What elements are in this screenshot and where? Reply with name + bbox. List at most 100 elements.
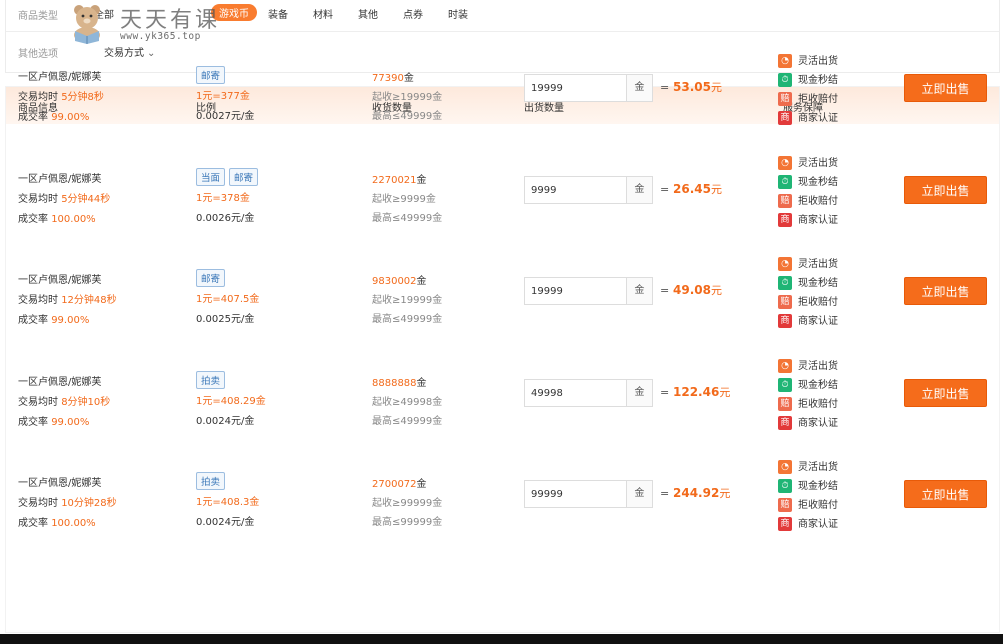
service-item: 赔拒收赔付 — [778, 496, 838, 512]
sell-now-button[interactable]: 立即出售 — [904, 480, 987, 508]
service-label: 商家认证 — [798, 215, 838, 226]
service-label: 现金秒结 — [798, 481, 838, 492]
sell-now-button[interactable]: 立即出售 — [904, 379, 987, 407]
category-game-currency[interactable]: 游戏币 — [211, 4, 257, 21]
service-item: 商商家认证 — [778, 109, 838, 125]
clock-icon: ◔ — [778, 54, 792, 68]
min-receive: 起收≥49998金 — [372, 397, 443, 408]
avg-time-label: 交易均时 — [18, 498, 62, 509]
listing-table: 商品信息 比例 收货数量 出货数量 服务保障 一区卢佩恩/妮娜芙 交易均时 5分… — [5, 54, 1000, 633]
receive-quantity-value: 2700072 — [372, 479, 417, 490]
service-label: 灵活出货 — [798, 158, 838, 169]
min-receive: 起收≥19999金 — [372, 295, 443, 306]
server-name: 一区卢佩恩/妮娜芙 — [18, 275, 102, 286]
service-label: 商家认证 — [798, 316, 838, 327]
max-receive: 最高≤49999金 — [372, 111, 443, 122]
exchange-ratio: 1元=408.3金 — [196, 497, 260, 508]
avg-trade-time: 交易均时 12分钟48秒 — [18, 291, 117, 306]
service-item: 商商家认证 — [778, 211, 838, 227]
sell-now-button[interactable]: 立即出售 — [904, 277, 987, 305]
receive-quantity: 2700072金 — [372, 475, 427, 490]
service-label: 灵活出货 — [798, 361, 838, 372]
trade-tag: 拍卖 — [196, 371, 226, 389]
service-label: 拒收赔付 — [798, 196, 838, 207]
success-rate-label: 成交率 — [18, 112, 52, 123]
service-item: 商商家认证 — [778, 515, 838, 531]
receive-quantity-value: 8888888 — [372, 378, 417, 389]
server-name: 一区卢佩恩/妮娜芙 — [18, 174, 102, 185]
sell-price-value: 26.45 — [673, 182, 711, 196]
success-rate-label: 成交率 — [18, 214, 52, 225]
unit-price: 0.0024元/金 — [196, 416, 255, 427]
sell-price: 244.92元 — [673, 485, 730, 501]
table-row: 一区卢佩恩/妮娜芙 交易均时 8分钟10秒 成交率 99.00% 拍卖 1元=4… — [6, 359, 999, 467]
service-label: 商家认证 — [798, 113, 838, 124]
merchant-icon: 商 — [778, 111, 792, 125]
category-fashion[interactable]: 时装 — [448, 6, 468, 21]
success-rate: 成交率 99.00% — [18, 108, 89, 123]
receive-quantity: 9830002金 — [372, 272, 427, 287]
gold-unit-addon: 金 — [626, 278, 652, 304]
category-all[interactable]: 全部 — [94, 6, 114, 21]
category-other[interactable]: 其他 — [358, 6, 378, 21]
sell-quantity-input[interactable]: 99999 金 — [524, 480, 653, 508]
sell-now-button[interactable]: 立即出售 — [904, 176, 987, 204]
server-name: 一区卢佩恩/妮娜芙 — [18, 377, 102, 388]
sell-now-button[interactable]: 立即出售 — [904, 74, 987, 102]
receive-quantity: 8888888金 — [372, 374, 427, 389]
sell-quantity-input[interactable]: 49998 金 — [524, 379, 653, 407]
success-rate-value: 100.00% — [51, 518, 96, 529]
merchant-icon: 商 — [778, 416, 792, 430]
success-rate-value: 100.00% — [51, 214, 96, 225]
service-item: 赔拒收赔付 — [778, 90, 838, 106]
category-coupons[interactable]: 点券 — [403, 6, 423, 21]
clock-icon: ◔ — [778, 156, 792, 170]
equals-sign: = — [660, 81, 670, 94]
max-receive: 最高≤49999金 — [372, 416, 443, 427]
equals-sign: = — [660, 487, 670, 500]
exchange-ratio: 1元=378金 — [196, 193, 250, 204]
gold-unit: 金 — [416, 479, 427, 490]
sell-quantity-input[interactable]: 9999 金 — [524, 176, 653, 204]
sell-price-value: 49.08 — [673, 283, 711, 297]
category-row: 商品类型 全部 游戏币 装备 材料 其他 点券 时装 — [6, 0, 999, 32]
min-receive: 起收≥99999金 — [372, 498, 443, 509]
max-receive: 最高≤49999金 — [372, 314, 443, 325]
gold-unit: 金 — [416, 378, 427, 389]
service-label: 现金秒结 — [798, 75, 838, 86]
category-equipment[interactable]: 装备 — [268, 6, 288, 21]
compensation-icon: 赔 — [778, 194, 792, 208]
table-row: 一区卢佩恩/妮娜芙 交易均时 12分钟48秒 成交率 99.00% 邮寄 1元=… — [6, 257, 999, 365]
min-receive: 起收≥9999金 — [372, 194, 436, 205]
clock-icon: ◔ — [778, 460, 792, 474]
avg-time-value: 5分钟8秒 — [61, 92, 104, 103]
service-item: 商商家认证 — [778, 312, 838, 328]
stopwatch-icon: ⏱ — [778, 378, 792, 392]
compensation-icon: 赔 — [778, 397, 792, 411]
success-rate-value: 99.00% — [51, 417, 90, 428]
avg-time-value: 8分钟10秒 — [61, 397, 111, 408]
sell-quantity-input[interactable]: 19999 金 — [524, 277, 653, 305]
service-label: 拒收赔付 — [798, 500, 838, 511]
trade-tags: 邮寄 — [196, 269, 229, 287]
category-materials[interactable]: 材料 — [313, 6, 333, 21]
service-item: 商商家认证 — [778, 414, 838, 430]
gold-unit-addon: 金 — [626, 380, 652, 406]
sell-quantity-value: 49998 — [531, 388, 563, 399]
service-item: ◔ 灵活出货 — [778, 154, 838, 170]
avg-time-label: 交易均时 — [18, 194, 62, 205]
trade-method-dropdown[interactable]: 交易方式 ⌄ — [104, 44, 155, 59]
service-item: ◔ 灵活出货 — [778, 357, 838, 373]
success-rate-label: 成交率 — [18, 518, 52, 529]
avg-trade-time: 交易均时 10分钟28秒 — [18, 494, 117, 509]
avg-time-label: 交易均时 — [18, 92, 62, 103]
sell-price: 122.46元 — [673, 384, 730, 400]
unit-price: 0.0026元/金 — [196, 213, 255, 224]
gold-unit: 金 — [416, 276, 427, 287]
equals-sign: = — [660, 183, 670, 196]
avg-time-label: 交易均时 — [18, 295, 62, 306]
sell-quantity-input[interactable]: 19999 金 — [524, 74, 653, 102]
gold-unit: 金 — [416, 175, 427, 186]
trade-tag: 拍卖 — [196, 472, 226, 490]
receive-quantity-value: 9830002 — [372, 276, 417, 287]
